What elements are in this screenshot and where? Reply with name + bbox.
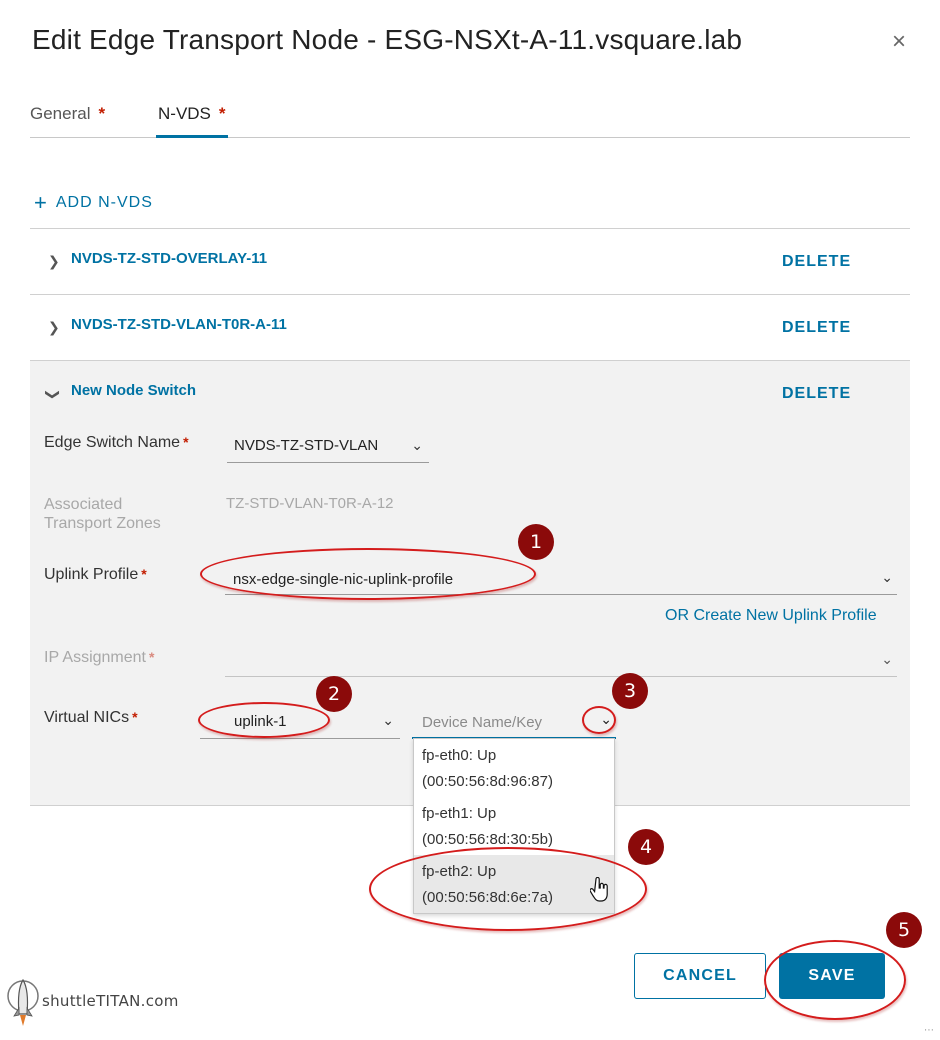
label-text: Virtual NICs xyxy=(44,709,130,726)
annotation-badge: 5 xyxy=(886,912,922,948)
nvds-row-overlay: ❯ NVDS-TZ-STD-OVERLAY-11 DELETE xyxy=(30,228,910,294)
selected-value: nsx-edge-single-nic-uplink-profile xyxy=(233,571,454,588)
label-line: Associated xyxy=(44,496,123,513)
option-name: fp-eth0: Up xyxy=(422,747,497,764)
chevron-down-icon[interactable]: ❯ xyxy=(44,389,61,401)
uplink-profile-select[interactable]: nsx-edge-single-nic-uplink-profile ⌄ xyxy=(225,565,897,595)
nvds-row-title[interactable]: NVDS-TZ-STD-VLAN-T0R-A-11 xyxy=(71,316,287,333)
annotation-badge: 1 xyxy=(518,524,554,560)
chevron-down-icon: ⌄ xyxy=(881,651,893,667)
tab-bar: General * N-VDS * xyxy=(30,100,910,138)
chevron-down-icon: ⌄ xyxy=(382,712,394,728)
virtual-nics-label: Virtual NICs * xyxy=(44,709,138,727)
close-icon[interactable]: × xyxy=(892,30,906,54)
virtual-nic-select[interactable]: uplink-1 ⌄ xyxy=(200,707,400,739)
dialog-title: Edit Edge Transport Node - ESG-NSXt-A-11… xyxy=(32,24,743,55)
cancel-button[interactable]: CANCEL xyxy=(634,953,766,999)
selected-value: NVDS-TZ-STD-VLAN xyxy=(234,437,379,454)
edge-switch-name-select[interactable]: NVDS-TZ-STD-VLAN ⌄ xyxy=(227,431,429,463)
required-marker: * xyxy=(132,709,138,725)
required-marker: * xyxy=(141,566,147,582)
label-line: Transport Zones xyxy=(44,515,161,532)
delete-button[interactable]: DELETE xyxy=(782,253,851,271)
chevron-down-icon: ⌄ xyxy=(881,569,893,585)
device-option[interactable]: fp-eth0: Up (00:50:56:8d:96:87) xyxy=(414,739,614,797)
associated-tz-value: TZ-STD-VLAN-T0R-A-12 xyxy=(226,495,394,512)
required-marker: * xyxy=(148,649,155,665)
required-marker: * xyxy=(218,104,226,123)
annotation-badge: 3 xyxy=(612,673,648,709)
create-uplink-profile-link[interactable]: OR Create New Uplink Profile xyxy=(665,607,877,625)
device-placeholder: Device Name/Key xyxy=(422,714,543,731)
selected-value: uplink-1 xyxy=(234,713,287,730)
nvds-row-title[interactable]: NVDS-TZ-STD-OVERLAY-11 xyxy=(71,250,267,267)
option-mac: (00:50:56:8d:6e:7a) xyxy=(422,889,553,906)
hand-cursor-icon xyxy=(590,877,608,902)
ip-assignment-select[interactable]: ⌄ xyxy=(225,649,897,677)
required-marker: * xyxy=(98,104,106,123)
chevron-down-icon: ⌄ xyxy=(411,437,423,453)
associated-tz-label: Associated Transport Zones xyxy=(44,495,161,533)
ip-assignment-label: IP Assignment * xyxy=(44,649,154,667)
tab-nvds[interactable]: N-VDS * xyxy=(156,104,228,138)
delete-button[interactable]: DELETE xyxy=(782,319,851,337)
device-option[interactable]: fp-eth1: Up (00:50:56:8d:30:5b) xyxy=(414,797,614,855)
device-dropdown: fp-eth0: Up (00:50:56:8d:96:87) fp-eth1:… xyxy=(413,738,615,914)
resize-handle-icon[interactable]: ⋯ xyxy=(924,1025,934,1036)
uplink-profile-label: Uplink Profile * xyxy=(44,566,147,584)
tab-nvds-label: N-VDS xyxy=(158,104,211,123)
add-nvds-button[interactable]: + ADD N-VDS xyxy=(34,192,153,214)
watermark-logo: shuttleTITAN.com xyxy=(6,974,179,1028)
option-mac: (00:50:56:8d:30:5b) xyxy=(422,831,553,848)
delete-button[interactable]: DELETE xyxy=(782,385,851,403)
annotation-badge: 4 xyxy=(628,829,664,865)
option-name: fp-eth1: Up xyxy=(422,805,497,822)
shuttle-logo-icon xyxy=(7,978,39,1026)
add-nvds-label: ADD N-VDS xyxy=(55,194,153,211)
tab-general-label: General xyxy=(30,104,91,123)
nvds-row-vlan: ❯ NVDS-TZ-STD-VLAN-T0R-A-11 DELETE xyxy=(30,294,910,360)
nvds-row-title[interactable]: New Node Switch xyxy=(71,382,196,399)
device-option-highlighted[interactable]: fp-eth2: Up (00:50:56:8d:6e:7a) xyxy=(414,855,614,913)
plus-icon: + xyxy=(34,190,48,215)
required-marker: * xyxy=(183,434,189,450)
tab-general[interactable]: General * xyxy=(30,104,105,138)
device-name-select[interactable]: Device Name/Key ⌄ xyxy=(412,707,616,739)
save-button[interactable]: SAVE xyxy=(779,953,885,999)
chevron-right-icon[interactable]: ❯ xyxy=(48,319,60,336)
label-text: IP Assignment xyxy=(44,649,146,666)
label-text: Edge Switch Name xyxy=(44,434,181,451)
annotation-badge: 2 xyxy=(316,676,352,712)
label-text: Uplink Profile xyxy=(44,566,139,583)
watermark-text: shuttleTITAN.com xyxy=(42,992,179,1010)
chevron-right-icon[interactable]: ❯ xyxy=(48,253,60,270)
chevron-down-icon[interactable]: ⌄ xyxy=(600,711,612,728)
edge-switch-name-label: Edge Switch Name * xyxy=(44,434,189,452)
option-mac: (00:50:56:8d:96:87) xyxy=(422,773,553,790)
option-name: fp-eth2: Up xyxy=(422,863,497,880)
